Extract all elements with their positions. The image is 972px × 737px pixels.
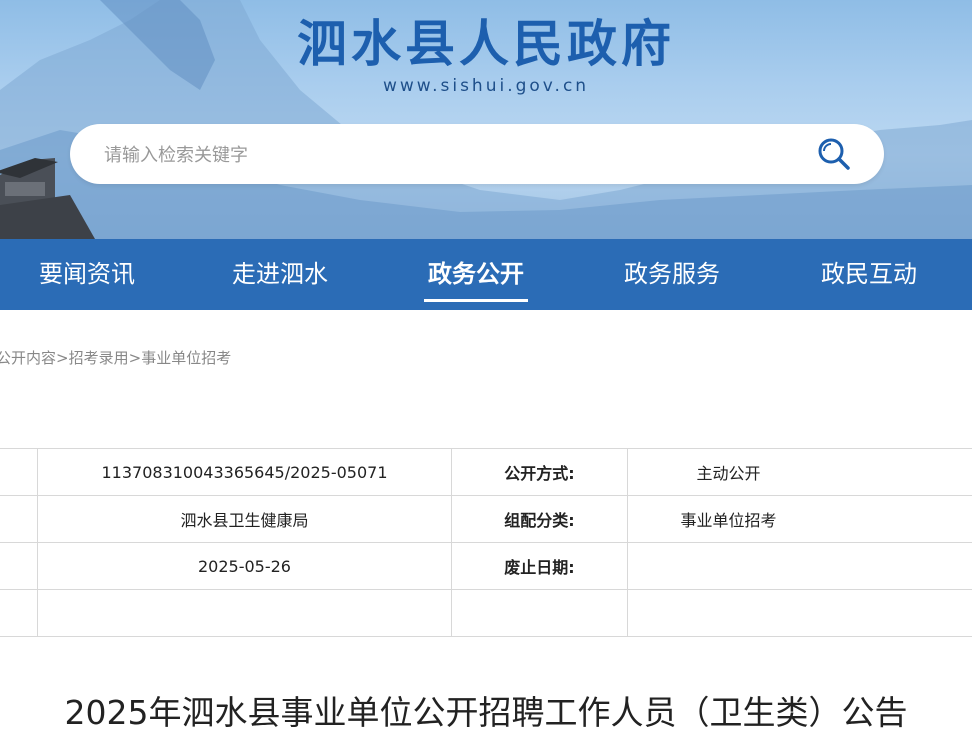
main-nav: 要闻资讯 走进泗水 政务公开 政务服务 政民互动	[0, 239, 972, 310]
meta-value: 主动公开	[627, 448, 972, 496]
search-button[interactable]	[816, 136, 852, 172]
nav-item-news[interactable]: 要闻资讯	[32, 239, 142, 310]
nav-item-label: 政民互动	[821, 260, 917, 288]
nav-item-label: 政务服务	[624, 260, 720, 288]
meta-label: 期:	[0, 542, 38, 590]
nav-item-services[interactable]: 政务服务	[617, 239, 727, 310]
meta-value: 泗水县卫生健康局	[37, 495, 452, 543]
search-icon	[818, 138, 850, 170]
search-input[interactable]	[102, 124, 796, 186]
table-row: 构: 泗水县卫生健康局 组配分类: 事业单位招考	[0, 495, 972, 543]
site-url: www.sishui.gov.cn	[382, 76, 590, 96]
search-bar	[70, 124, 884, 186]
breadcrumb: 公开内容>招考录用>事业单位招考	[0, 347, 231, 368]
breadcrumb-separator: >	[128, 349, 142, 367]
header-banner: 泗水县人民政府 www.sishui.gov.cn	[0, 0, 972, 239]
breadcrumb-item[interactable]: 事业单位招考	[141, 349, 231, 367]
meta-label: 废止日期:	[451, 542, 628, 590]
nav-item-label: 政务公开	[428, 260, 524, 288]
table-row: 号: 11370831004336564​5/2025-05071 公开方式: …	[0, 448, 972, 496]
meta-value: 11370831004336564​5/2025-05071	[37, 448, 452, 496]
meta-label	[451, 589, 628, 637]
meta-value: 2025-05-26	[37, 542, 452, 590]
document-meta-table: 号: 11370831004336564​5/2025-05071 公开方式: …	[0, 448, 972, 637]
active-tab-indicator	[424, 299, 528, 302]
meta-value	[37, 589, 452, 637]
meta-label: 号:	[0, 448, 38, 496]
nav-item-label: 要闻资讯	[39, 260, 135, 288]
breadcrumb-item[interactable]: 公开内容	[0, 349, 56, 367]
meta-label: 构:	[0, 495, 38, 543]
table-row: 号:	[0, 589, 972, 637]
breadcrumb-item[interactable]: 招考录用	[69, 349, 129, 367]
meta-label: 号:	[0, 589, 38, 637]
nav-item-gov-affairs[interactable]: 政务公开	[421, 239, 531, 310]
nav-item-label: 走进泗水	[232, 260, 328, 288]
meta-label: 公开方式:	[451, 448, 628, 496]
nav-item-about[interactable]: 走进泗水	[225, 239, 335, 310]
meta-value	[627, 589, 972, 637]
meta-value: 事业单位招考	[627, 495, 972, 543]
table-row: 期: 2025-05-26 废止日期:	[0, 542, 972, 590]
meta-label: 组配分类:	[451, 495, 628, 543]
nav-item-interaction[interactable]: 政民互动	[814, 239, 924, 310]
meta-value	[627, 542, 972, 590]
article-title: 2025年泗水县事业单位公开招聘工作人员（卫生类）公告	[64, 693, 908, 732]
site-title: 泗水县人民政府	[297, 15, 675, 73]
breadcrumb-separator: >	[56, 349, 69, 367]
